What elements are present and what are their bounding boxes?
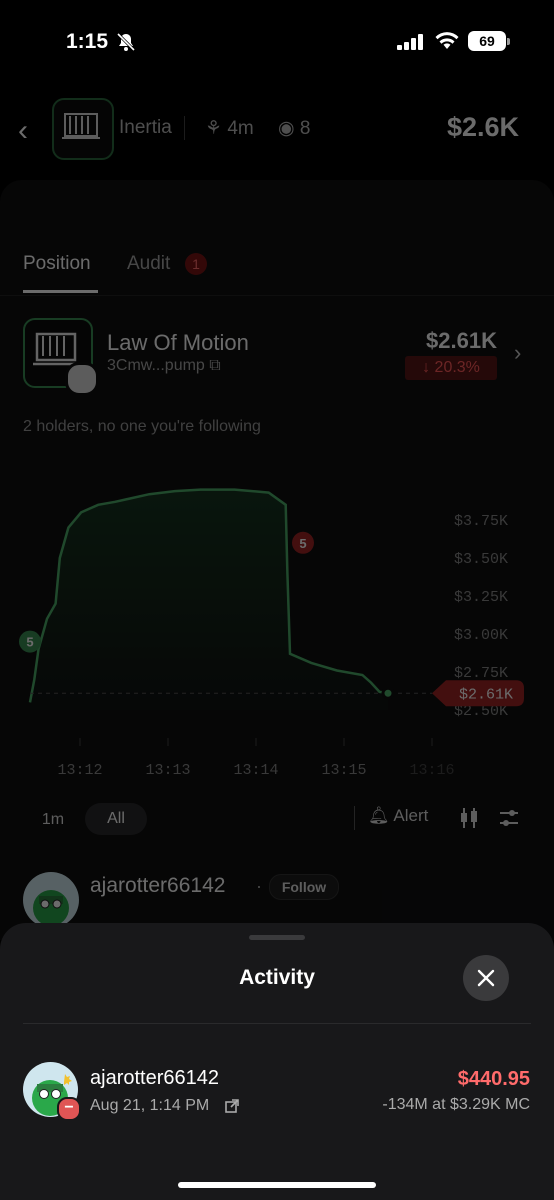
token-address-text: 3Cmw...pump bbox=[107, 357, 205, 374]
x-tick-label: 13:14 bbox=[233, 762, 278, 779]
activity-amount: $440.95 bbox=[457, 1068, 530, 1090]
sell-minus-icon: − bbox=[57, 1097, 81, 1121]
trader-username[interactable]: ajarotter66142 bbox=[90, 874, 225, 898]
y-tick-label: $3.00K bbox=[454, 627, 508, 644]
y-tick-label: $2.75K bbox=[454, 665, 508, 682]
audit-badge: 1 bbox=[185, 253, 207, 275]
header-watchers: ◉ 8 bbox=[278, 117, 310, 140]
tab-position[interactable]: Position bbox=[23, 253, 91, 275]
sheet-divider bbox=[23, 1023, 531, 1024]
bell-icon: 🔔︎ bbox=[368, 806, 394, 825]
y-tick-label: $3.50K bbox=[454, 551, 508, 568]
alert-button[interactable]: 🔔︎ Alert bbox=[368, 806, 428, 826]
header-age-value: 4m bbox=[227, 118, 254, 139]
x-tick-label: 13:12 bbox=[57, 762, 102, 779]
wifi-icon bbox=[435, 32, 459, 49]
status-time: 1:15 bbox=[66, 30, 109, 53]
alert-label: Alert bbox=[393, 806, 429, 825]
header-market-cap: $2.6K bbox=[447, 112, 520, 142]
buy-marker: 5 bbox=[19, 630, 41, 653]
separator-dot: · bbox=[256, 876, 262, 896]
activity-username[interactable]: ajarotter66142 bbox=[90, 1067, 219, 1090]
y-tick-label: $3.75K bbox=[454, 513, 508, 530]
x-tick-label: 13:13 bbox=[145, 762, 190, 779]
home-indicator[interactable] bbox=[178, 1182, 376, 1188]
close-icon bbox=[477, 969, 495, 987]
current-price-dot bbox=[381, 686, 395, 700]
battery-tip bbox=[507, 38, 510, 45]
x-tick-label: 13:15 bbox=[321, 762, 366, 779]
svg-text:5: 5 bbox=[26, 635, 33, 650]
external-link-icon[interactable] bbox=[224, 1098, 240, 1114]
cellular-signal-icon bbox=[397, 34, 423, 50]
price-change-badge: ↓ 20.3% bbox=[405, 356, 497, 380]
holders-text: 2 holders, no one you're following bbox=[23, 418, 261, 435]
chevron-right-icon[interactable]: › bbox=[514, 340, 521, 366]
header-token-name: Inertia bbox=[119, 117, 172, 138]
candlestick-icon[interactable] bbox=[458, 806, 480, 830]
back-chevron-icon[interactable]: ‹ bbox=[18, 114, 28, 148]
range-1m-button[interactable]: 1m bbox=[28, 806, 78, 834]
header-watchers-value: 8 bbox=[299, 118, 311, 139]
activity-date: Aug 21, 1:14 PM bbox=[90, 1097, 210, 1114]
current-price-tag: $2.61K bbox=[432, 680, 524, 707]
y-tick-label: $3.25K bbox=[454, 589, 508, 606]
svg-text:5: 5 bbox=[299, 536, 306, 551]
price-chart[interactable]: $3.75K$3.50K$3.25K$3.00K$2.75K$2.50K 13:… bbox=[0, 480, 554, 790]
follow-button[interactable]: Follow bbox=[269, 874, 339, 900]
header-divider bbox=[184, 116, 185, 140]
price-area bbox=[30, 489, 388, 710]
sell-marker: 5 bbox=[292, 531, 314, 554]
trader-avatar[interactable] bbox=[23, 872, 79, 928]
sprout-icon: ⚘ bbox=[205, 118, 228, 139]
x-tick-label: 13:16 bbox=[409, 762, 454, 779]
token-name: Law Of Motion bbox=[107, 330, 249, 355]
controls-divider bbox=[354, 806, 355, 830]
header-age: ⚘ 4m bbox=[205, 117, 254, 140]
range-all-button[interactable]: All bbox=[85, 803, 147, 835]
eye-icon: ◉ bbox=[278, 118, 300, 139]
activity-detail: -134M at $3.29K MC bbox=[382, 1096, 530, 1113]
token-address[interactable]: 3Cmw...pump ⧉ bbox=[107, 357, 221, 375]
close-button[interactable] bbox=[463, 955, 509, 1001]
sliders-icon[interactable] bbox=[498, 806, 520, 830]
tab-position-underline bbox=[23, 290, 98, 293]
current-price-label: $2.61K bbox=[459, 686, 513, 703]
token-price: $2.61K bbox=[426, 328, 497, 353]
sheet-grabber[interactable] bbox=[249, 935, 305, 940]
token-logo-small bbox=[52, 98, 114, 160]
bell-slash-icon bbox=[116, 32, 136, 52]
pill-icon bbox=[65, 362, 99, 396]
copy-icon[interactable]: ⧉ bbox=[209, 357, 220, 374]
tab-audit[interactable]: Audit bbox=[127, 253, 170, 275]
battery-indicator: 69 bbox=[468, 31, 506, 51]
